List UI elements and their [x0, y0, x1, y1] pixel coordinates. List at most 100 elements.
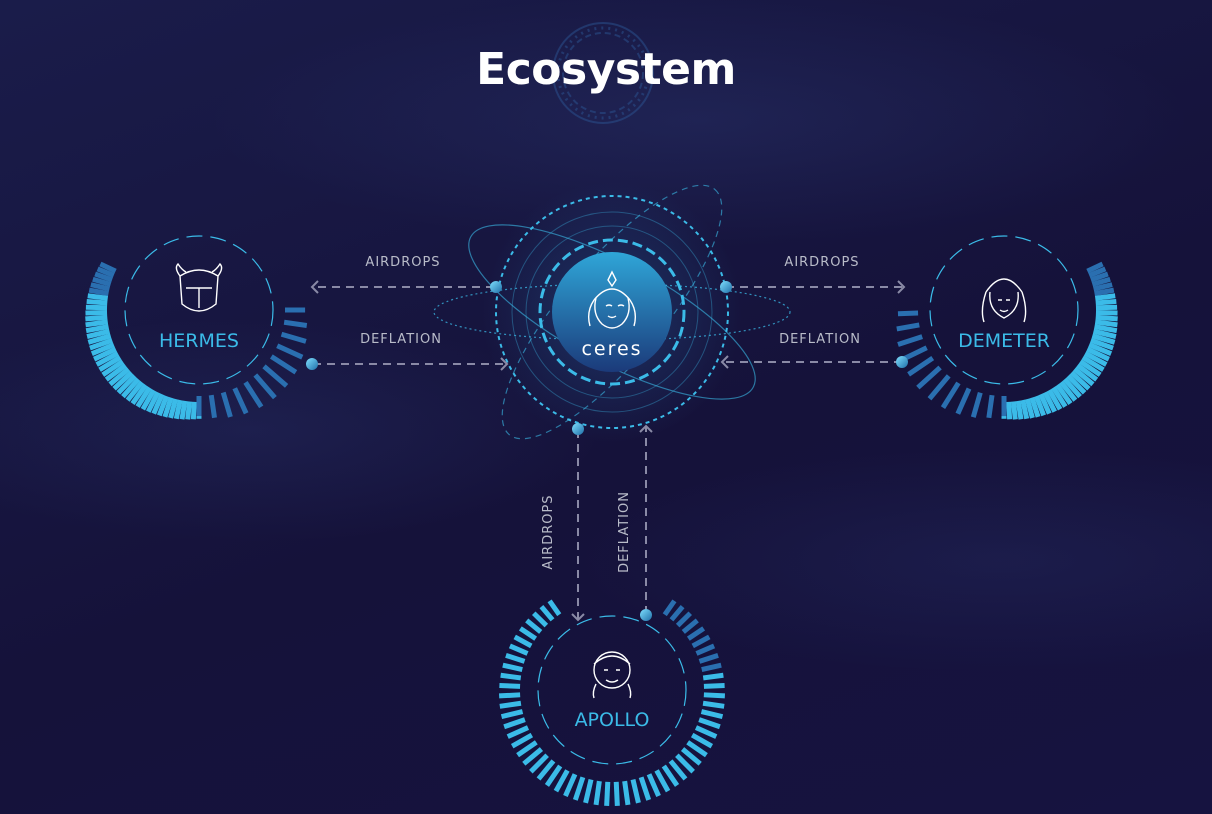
hermes-airdrops-label: AIRDROPS	[365, 255, 440, 270]
tick-segment	[506, 725, 530, 739]
tick-segment	[88, 287, 109, 297]
tick-segment	[604, 781, 611, 806]
tick-segment	[916, 365, 942, 390]
tick-segment	[283, 319, 308, 328]
tick-segment	[703, 683, 725, 689]
tick-segment	[503, 717, 526, 730]
tick-segment	[702, 700, 725, 709]
tick-segment	[955, 387, 972, 415]
tick-segment	[563, 773, 578, 797]
tick-segment	[532, 611, 549, 628]
tick-segment	[681, 618, 699, 634]
tick-segment	[630, 779, 641, 804]
tick-segment	[695, 643, 716, 656]
tick-segment	[280, 331, 307, 344]
laurel-face-icon	[592, 651, 632, 699]
tick-segment	[583, 779, 594, 804]
tick-segment	[691, 634, 711, 649]
tick-segment	[500, 672, 522, 681]
tick-segment	[508, 643, 529, 656]
tick-segment	[85, 309, 108, 316]
tick-segment	[907, 356, 935, 377]
demeter-deflation-label: DEFLATION	[779, 332, 861, 347]
tick-segment	[1006, 401, 1013, 420]
tick-segment	[513, 634, 533, 649]
tick-segment	[698, 652, 719, 664]
ecosystem-diagram: ceres HERMES DEMETER APOLLO AIRDROPS DEF…	[85, 22, 1118, 806]
tick-segment	[539, 605, 555, 622]
apollo-tick-ring	[498, 599, 726, 806]
tick-segment	[220, 391, 233, 418]
tick-segment	[1010, 401, 1018, 420]
tick-segment	[694, 725, 718, 739]
tick-segment	[622, 780, 631, 806]
hermes-inner-ring	[124, 235, 274, 385]
tick-segment	[702, 672, 724, 681]
tick-segment	[1094, 319, 1118, 328]
hermes-deflation-label: DEFLATION	[360, 332, 442, 347]
tick-segment	[518, 626, 538, 641]
tick-segment	[253, 373, 277, 400]
tick-segment	[940, 381, 961, 409]
hermes-tick-ring-short	[196, 307, 308, 419]
tick-segment	[547, 599, 562, 617]
tick-segment	[500, 709, 524, 720]
tick-segment	[505, 652, 526, 664]
tick-segment	[970, 391, 983, 418]
tick-segment	[502, 662, 523, 673]
tick-segment	[669, 605, 685, 622]
tick-segment	[698, 717, 721, 730]
tick-segment	[208, 394, 217, 419]
tick-segment	[1015, 400, 1024, 420]
tick-segment	[232, 387, 249, 415]
tick-segment	[87, 293, 109, 301]
tick-segment	[613, 781, 620, 806]
demeter-label: DEMETER	[958, 330, 1050, 352]
tick-segment	[897, 334, 923, 347]
apollo-deflation-label: DEFLATION	[617, 491, 632, 573]
tick-segment	[190, 401, 197, 420]
winged-helmet-icon	[175, 262, 223, 312]
tick-segment	[897, 310, 919, 317]
apollo-airdrops-label: AIRDROPS	[541, 494, 556, 569]
apollo-node: APOLLO	[498, 599, 726, 806]
tick-segment	[262, 364, 289, 388]
tick-segment	[1095, 298, 1117, 306]
tick-segment	[498, 692, 521, 699]
demeter-tick-ring-short	[896, 310, 1007, 419]
tick-segment	[572, 776, 586, 801]
tick-segment	[593, 780, 602, 806]
tick-segment	[276, 343, 304, 360]
tick-segment	[179, 400, 188, 420]
tick-segment	[1095, 304, 1118, 311]
tick-segment	[675, 611, 692, 628]
tick-segment	[646, 773, 661, 797]
tick-segment	[1094, 293, 1116, 301]
tick-segment	[269, 354, 298, 375]
tick-segment	[703, 692, 726, 699]
hermes-label: HERMES	[159, 330, 239, 352]
tick-segment	[86, 298, 108, 306]
tick-segment	[662, 599, 677, 617]
tick-segment	[686, 626, 706, 641]
apollo-inner-ring	[537, 615, 687, 765]
tick-segment	[701, 662, 722, 673]
apollo-label: APOLLO	[575, 709, 650, 731]
tick-segment	[525, 618, 543, 634]
tick-segment	[638, 776, 652, 801]
tick-segment	[499, 700, 522, 709]
demeter-node: DEMETER	[896, 235, 1118, 420]
tick-segment	[700, 709, 724, 720]
tick-segment	[85, 304, 108, 311]
ceres-hub: ceres	[433, 182, 791, 442]
tick-segment	[1095, 309, 1118, 316]
demeter-airdrops-label: AIRDROPS	[784, 255, 859, 270]
goddess-portrait-icon	[981, 278, 1027, 323]
tick-segment	[986, 394, 995, 419]
demeter-inner-ring	[929, 235, 1079, 385]
hermes-node: HERMES	[85, 235, 308, 420]
tick-segment	[927, 374, 951, 401]
tick-segment	[243, 380, 264, 409]
tick-segment	[499, 683, 521, 689]
tick-segment	[896, 322, 920, 332]
